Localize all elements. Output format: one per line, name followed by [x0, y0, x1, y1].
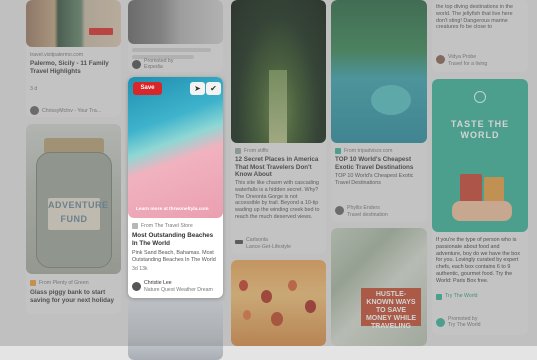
- pin-diving[interactable]: the top diving destinations in the world…: [432, 0, 528, 72]
- promoted-by[interactable]: Try The World: [448, 322, 525, 328]
- pin-user-board: Lance-Get-Lifestyle: [246, 244, 291, 250]
- pin-user-board: Nature Quest Weather Dream: [144, 287, 213, 293]
- pin-image[interactable]: [128, 300, 223, 360]
- send-icon[interactable]: ➤: [190, 82, 205, 95]
- pin-meta: 3 d: [30, 86, 38, 92]
- pin-source: travel.visitpalermo.com: [30, 52, 84, 58]
- pin-title[interactable]: TOP 10 World's Cheapest Exotic Travel De…: [335, 156, 424, 171]
- ad-title: TASTE THE WORLD: [450, 119, 510, 140]
- pin-user[interactable]: Christie Lee: [144, 280, 220, 286]
- source-icon: [235, 148, 241, 154]
- pin-exotic-destinations[interactable]: From tripadvisor.com TOP 10 World's Chea…: [331, 0, 427, 222]
- pin-image-gorge[interactable]: [231, 0, 326, 143]
- pin-user[interactable]: Vidya Probe: [448, 54, 525, 60]
- pin-title[interactable]: Glass piggy bank to start saving for you…: [30, 289, 118, 304]
- promoted-by[interactable]: Expedia: [144, 64, 220, 70]
- pin-piggy-bank[interactable]: ADVENTURE FUND From Plenty of Green Glas…: [26, 124, 121, 314]
- avatar[interactable]: [30, 106, 39, 115]
- pin-image-lagoon[interactable]: [331, 0, 427, 143]
- source-icon: [335, 148, 341, 154]
- money-banner-text: HUSTLE-KNOWN WAYS TO SAVE MONEY WHILE TR…: [361, 288, 421, 330]
- site-icon: [436, 294, 442, 300]
- pin-image-money[interactable]: HUSTLE-KNOWN WAYS TO SAVE MONEY WHILE TR…: [331, 228, 427, 346]
- jar-label: ADVENTURE FUND: [48, 198, 108, 230]
- pin-image-jar[interactable]: ADVENTURE FUND: [26, 124, 121, 274]
- pin-secret-places[interactable]: From stiffo 12 Secret Places in America …: [231, 0, 326, 254]
- pin-user-board: Travel for a living: [448, 61, 488, 67]
- ad-description: If you're the type of person who is pass…: [436, 237, 520, 284]
- pin-source: From Plenty of Green: [39, 280, 89, 286]
- avatar[interactable]: [436, 55, 445, 64]
- pin-user-board: Travel destination: [347, 212, 388, 218]
- pin-user[interactable]: Phyllis Enders: [347, 205, 424, 211]
- pin-save-money[interactable]: HUSTLE-KNOWN WAYS TO SAVE MONEY WHILE TR…: [331, 228, 427, 346]
- learn-more-link[interactable]: Learn more at thrwoneltyla.com: [136, 207, 209, 212]
- pin-description: This site like chasm with cascading wate…: [235, 180, 320, 220]
- pin-source: From tripadvisor.com: [344, 148, 393, 154]
- pin-user[interactable]: ChrissyMclnv - Your Tra...: [42, 108, 118, 114]
- pin-image-palermo[interactable]: [26, 0, 121, 47]
- pin-palermo[interactable]: travel.visitpalermo.com Palermo, Sicily …: [26, 0, 121, 117]
- ad-site[interactable]: Try The World: [445, 293, 525, 299]
- pin-source: From The Travel Store: [141, 223, 193, 229]
- ad-image[interactable]: TASTE THE WORLD: [432, 79, 528, 232]
- pin-balloons[interactable]: [231, 260, 326, 346]
- pin-image[interactable]: [128, 0, 223, 44]
- pin-outstanding-beaches[interactable]: Save ➤ ✔ Learn more at thrwoneltyla.com …: [128, 77, 223, 298]
- pin-image-beach[interactable]: Save ➤ ✔ Learn more at thrwoneltyla.com: [128, 77, 223, 218]
- pin-architecture[interactable]: [128, 300, 223, 360]
- pin-description: Pink Sand Beach, Bahamas. Most Outstandi…: [132, 250, 216, 263]
- pin-description: the top diving destinations in the world…: [436, 4, 514, 31]
- pin-title[interactable]: Palermo, Sicily - 11 Family Travel Highl…: [30, 60, 118, 75]
- pin-promoted-expedia[interactable]: Promoted by Expedia: [128, 0, 223, 72]
- avatar[interactable]: [436, 318, 445, 327]
- pin-meta: 3d 13k: [132, 266, 148, 272]
- user-icon: [235, 240, 243, 244]
- source-icon: [132, 223, 138, 229]
- pin-source: From stiffo: [244, 148, 269, 154]
- avatar[interactable]: [132, 282, 141, 291]
- pin-title[interactable]: 12 Secret Places in America That Most Tr…: [235, 156, 323, 179]
- avatar[interactable]: [335, 206, 344, 215]
- pin-description: TOP 10 World's Cheapest Exotic Travel De…: [335, 173, 414, 186]
- source-icon: [30, 280, 36, 286]
- pin-title[interactable]: Most Outstanding Beaches In The World: [132, 232, 220, 247]
- check-icon[interactable]: ✔: [206, 82, 221, 95]
- avatar[interactable]: [132, 60, 141, 69]
- pin-user[interactable]: Carlsonla: [246, 237, 323, 243]
- save-button[interactable]: Save: [133, 82, 162, 95]
- pin-taste-the-world[interactable]: TASTE THE WORLD If you're the type of pe…: [432, 79, 528, 335]
- pin-image-balloons[interactable]: [231, 260, 326, 346]
